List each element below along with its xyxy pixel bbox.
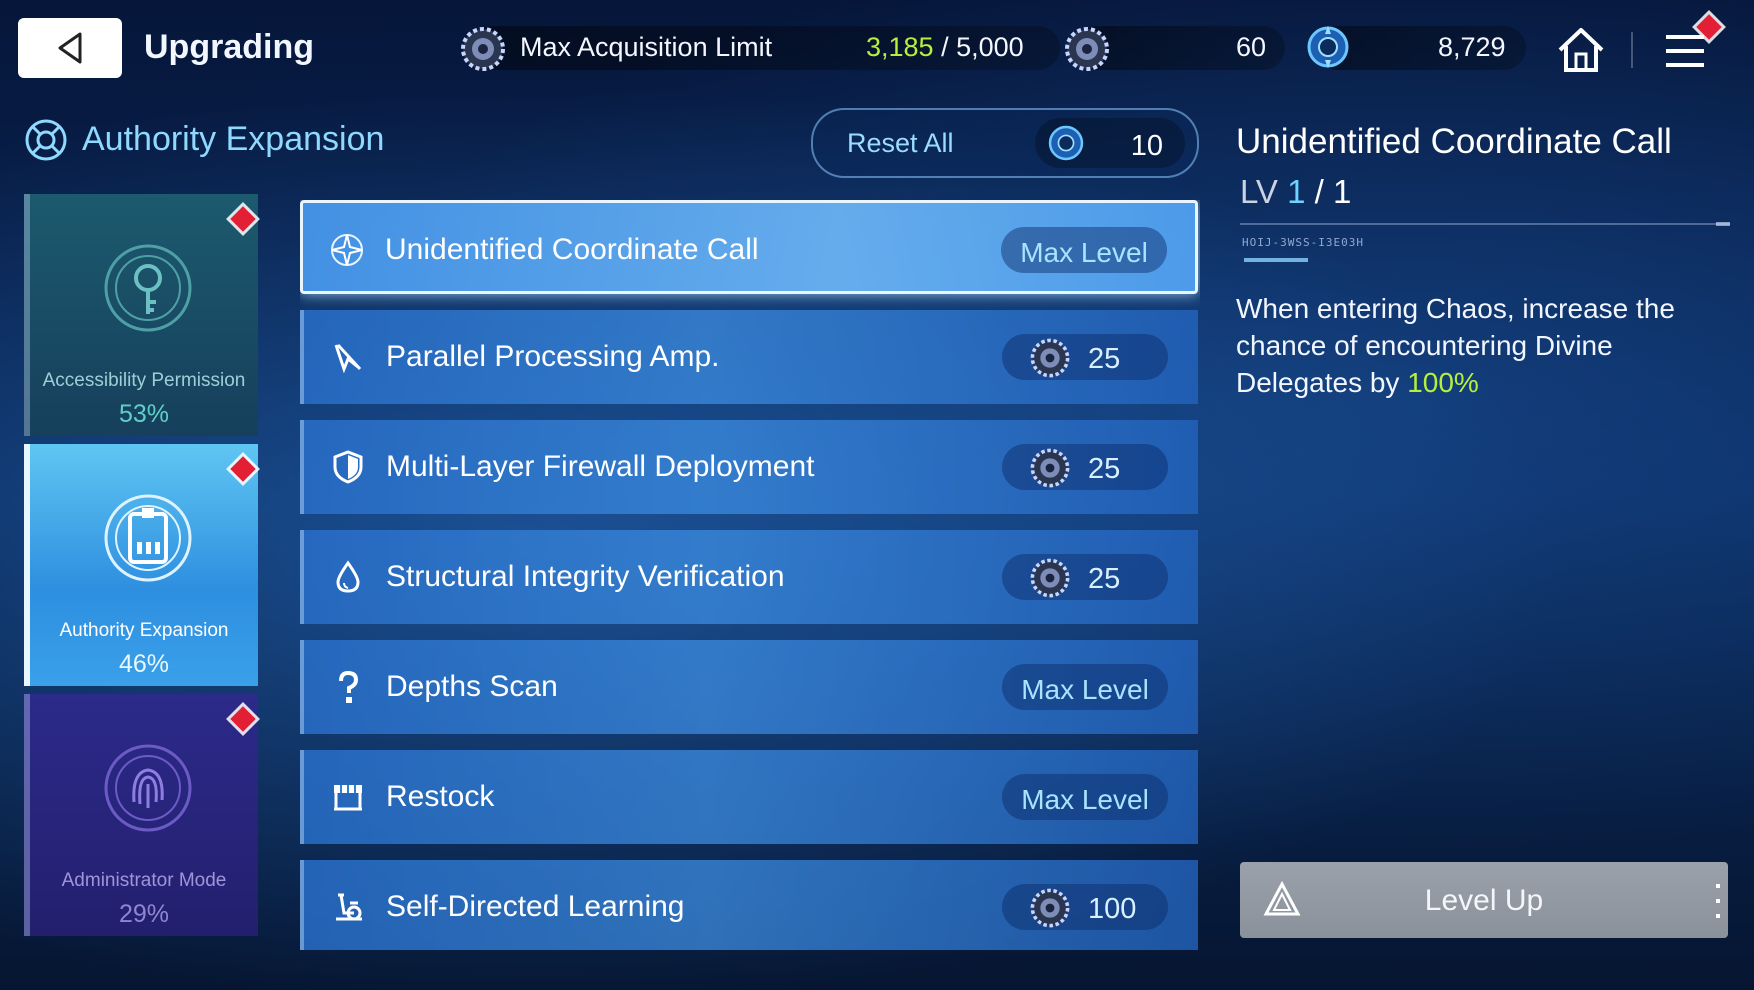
shield-icon bbox=[333, 450, 363, 484]
question-icon bbox=[339, 670, 359, 703]
level-up-label: Level Up bbox=[1424, 884, 1544, 917]
max-level-badge: Max Level bbox=[1002, 664, 1168, 710]
category-badge bbox=[230, 456, 256, 482]
gear-chip-icon bbox=[1030, 888, 1070, 928]
detail-title: Unidentified Coordinate Call bbox=[1236, 122, 1672, 161]
acquisition-separator: / bbox=[941, 32, 949, 62]
exercise-bike-icon bbox=[336, 893, 362, 921]
category-badge bbox=[230, 206, 256, 232]
upgrade-row-self-directed-learning[interactable]: Self-Directed Learning 100 bbox=[300, 860, 1198, 950]
category-authority-expansion[interactable]: Authority Expansion 46% bbox=[24, 444, 258, 686]
shop-icon bbox=[334, 785, 362, 811]
gear-chip-icon bbox=[461, 27, 505, 71]
cursor-slash-icon bbox=[334, 343, 362, 374]
compass-star-icon bbox=[331, 234, 363, 266]
upgrade-row-restock[interactable]: Restock Max Level bbox=[300, 750, 1198, 844]
reset-cost-chip: 10 bbox=[1035, 118, 1185, 168]
detail-divider bbox=[1240, 223, 1730, 225]
upgrade-row-multi-layer-firewall-deployment[interactable]: Multi-Layer Firewall Deployment 25 bbox=[300, 420, 1198, 514]
category-accessibility-permission[interactable]: Accessibility Permission 53% bbox=[24, 194, 258, 436]
category-label: Administrator Mode bbox=[61, 870, 227, 891]
description-value: 100% bbox=[1407, 367, 1479, 398]
level-up-button[interactable]: Level Up bbox=[1240, 862, 1728, 938]
cost-value: 100 bbox=[1088, 893, 1137, 925]
category-percent: 53% bbox=[118, 400, 170, 428]
category-administrator-mode[interactable]: Administrator Mode 29% bbox=[24, 694, 258, 936]
cost-value: 25 bbox=[1088, 563, 1121, 595]
home-icon[interactable] bbox=[1554, 24, 1608, 76]
category-percent: 46% bbox=[118, 650, 170, 678]
gear-currency-icon bbox=[1065, 27, 1109, 71]
id-badge-icon bbox=[104, 494, 192, 582]
section-title: Authority Expansion bbox=[82, 120, 385, 158]
upgrade-name: Restock bbox=[386, 780, 495, 813]
fingerprint-icon bbox=[104, 744, 192, 832]
back-arrow-icon bbox=[58, 32, 82, 64]
orb-currency-value: 8,729 bbox=[1438, 32, 1506, 62]
category-label: Authority Expansion bbox=[59, 620, 229, 641]
blue-orb-icon bbox=[1307, 26, 1349, 68]
serial-code: HOIJ-3WSS-I3E03H bbox=[1242, 236, 1364, 249]
cost-badge: 100 bbox=[1002, 884, 1168, 930]
level-indicator: LV 1 / 1 bbox=[1240, 173, 1351, 211]
acquisition-max: 5,000 bbox=[956, 32, 1024, 62]
acquisition-current: 3,185 bbox=[866, 32, 934, 62]
max-level-text: Max Level bbox=[1020, 237, 1148, 268]
level-prefix: LV bbox=[1240, 173, 1278, 210]
acquisition-limit-label: Max Acquisition Limit bbox=[520, 32, 773, 62]
cost-value: 25 bbox=[1088, 343, 1121, 375]
dots-icon bbox=[1716, 884, 1720, 918]
upgrade-name: Parallel Processing Amp. bbox=[386, 340, 720, 373]
upgrade-name: Depths Scan bbox=[386, 670, 558, 703]
upgrade-row-structural-integrity-verification[interactable]: Structural Integrity Verification 25 bbox=[300, 530, 1198, 624]
category-label: Accessibility Permission bbox=[42, 370, 246, 391]
max-level-text: Max Level bbox=[1021, 674, 1149, 705]
level-separator: / bbox=[1314, 173, 1324, 210]
key-icon bbox=[104, 244, 192, 332]
upgrade-name: Self-Directed Learning bbox=[386, 890, 685, 923]
top-bar: Upgrading Max Acquisition Limit 3,185 / … bbox=[0, 0, 1754, 100]
upgrade-name: Unidentified Coordinate Call bbox=[385, 233, 759, 266]
authority-section-icon bbox=[25, 119, 67, 161]
cost-badge: 25 bbox=[1002, 444, 1168, 490]
upgrade-list[interactable]: Unidentified Coordinate Call Max Level P… bbox=[300, 200, 1200, 950]
category-badge bbox=[230, 706, 256, 732]
max-level-badge: Max Level bbox=[1001, 227, 1167, 273]
category-percent: 29% bbox=[118, 900, 170, 928]
gear-chip-icon bbox=[1030, 448, 1070, 488]
gear-chip-icon bbox=[1030, 338, 1070, 378]
gear-chip-icon bbox=[1030, 558, 1070, 598]
max-level-text: Max Level bbox=[1021, 784, 1149, 815]
reset-all-label: Reset All bbox=[847, 128, 954, 158]
detail-description: When entering Chaos, increase the chance… bbox=[1236, 290, 1726, 401]
detail-divider-cap bbox=[1716, 222, 1730, 226]
serial-bar bbox=[1244, 258, 1308, 262]
screen-title: Upgrading bbox=[144, 28, 314, 66]
upgrade-row-parallel-processing-amp[interactable]: Parallel Processing Amp. 25 bbox=[300, 310, 1198, 404]
level-current: 1 bbox=[1287, 173, 1306, 210]
reset-cost-value: 10 bbox=[1130, 130, 1163, 162]
back-button[interactable] bbox=[18, 18, 122, 78]
topbar-divider bbox=[1631, 32, 1633, 68]
upgrade-row-depths-scan[interactable]: Depths Scan Max Level bbox=[300, 640, 1198, 734]
upgrade-row-unidentified-coordinate-call[interactable]: Unidentified Coordinate Call Max Level bbox=[300, 200, 1198, 294]
cost-value: 25 bbox=[1088, 453, 1121, 485]
reset-all-button[interactable]: Reset All 10 bbox=[811, 108, 1199, 178]
acquisition-limit-value: 3,185 / 5,000 bbox=[866, 32, 1024, 63]
upgrade-name: Structural Integrity Verification bbox=[386, 560, 785, 593]
cost-badge: 25 bbox=[1002, 334, 1168, 380]
max-level-badge: Max Level bbox=[1002, 774, 1168, 820]
drop-icon bbox=[336, 560, 360, 593]
blue-orb-icon bbox=[1048, 125, 1084, 161]
level-max: 1 bbox=[1332, 173, 1352, 210]
cost-badge: 25 bbox=[1002, 554, 1168, 600]
upgrade-name: Multi-Layer Firewall Deployment bbox=[386, 450, 815, 483]
gear-currency-value: 60 bbox=[1236, 32, 1267, 62]
